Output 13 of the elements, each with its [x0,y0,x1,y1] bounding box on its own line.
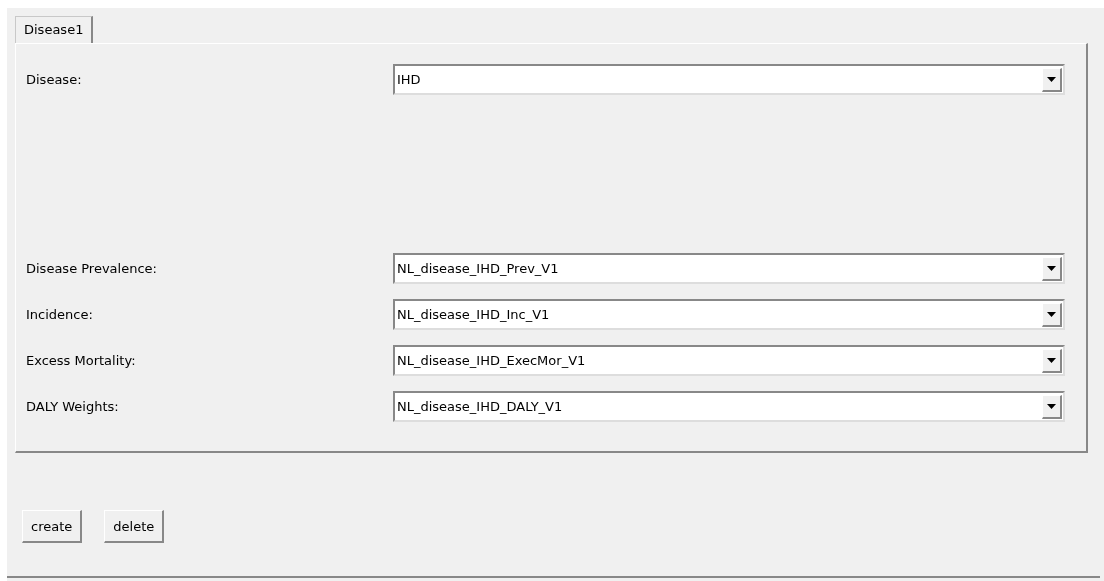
dropdown[interactable]: NL_disease_IHD_Inc_V1 [393,299,1065,330]
field-label: Incidence: [26,307,94,322]
tab[interactable]: Disease1 [15,16,94,43]
field-label: Disease Prevalence: [26,261,158,276]
dropdown[interactable]: NL_disease_IHD_Prev_V1 [393,253,1065,284]
create-button[interactable]: create [22,510,83,543]
dropdown[interactable]: IHD [393,64,1065,95]
field-label: Excess Mortality: [26,353,137,368]
field-label: Disease: [26,72,83,87]
field-label: DALY Weights: [26,399,120,414]
delete-button[interactable]: delete [104,510,165,543]
dropdown[interactable]: NL_disease_IHD_ExecMor_V1 [393,345,1065,376]
dropdown[interactable]: NL_disease_IHD_DALY_V1 [393,391,1065,422]
